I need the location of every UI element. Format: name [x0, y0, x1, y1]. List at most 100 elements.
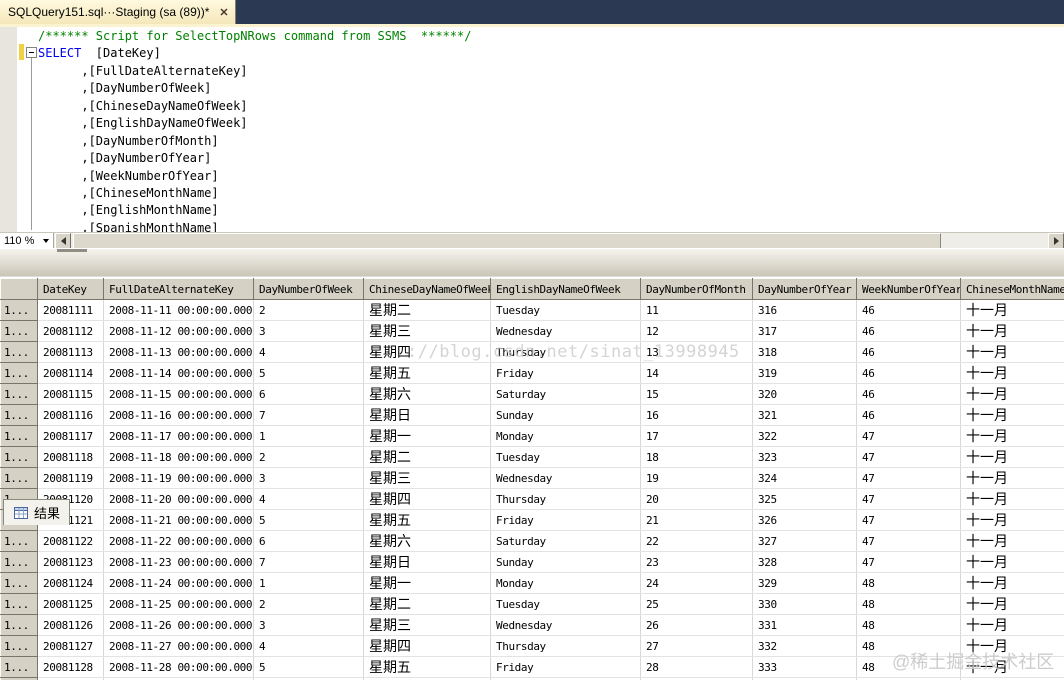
grid-cell[interactable]: 十一月	[960, 404, 1064, 426]
scrollbar-thumb[interactable]	[73, 233, 941, 249]
grid-cell[interactable]: 星期一	[363, 572, 491, 594]
column-header-FullDateAlternateKey[interactable]: FullDateAlternateKey	[103, 278, 254, 300]
row-header[interactable]: 1...	[0, 320, 38, 342]
grid-cell[interactable]: Wednesday	[490, 614, 641, 636]
grid-cell[interactable]: 46	[856, 383, 961, 405]
grid-cell[interactable]: 48	[856, 635, 961, 657]
grid-cell[interactable]: 20081118	[37, 446, 104, 468]
grid-cell[interactable]: 23	[640, 551, 753, 573]
zoom-level-select[interactable]: 110 %	[0, 233, 54, 249]
grid-cell[interactable]: 2	[253, 299, 364, 321]
grid-cell[interactable]: 6	[253, 530, 364, 552]
grid-cell[interactable]: 星期六	[363, 383, 491, 405]
grid-cell[interactable]: Thursday	[490, 488, 641, 510]
grid-cell[interactable]: Thursday	[490, 341, 641, 363]
grid-cell[interactable]: 48	[856, 656, 961, 678]
grid-cell[interactable]: 十一月	[960, 446, 1064, 468]
grid-cell[interactable]: 2008-11-26 00:00:00.000	[103, 614, 254, 636]
grid-cell[interactable]: 星期五	[363, 656, 491, 678]
grid-cell[interactable]: 47	[856, 488, 961, 510]
grid-cell[interactable]: 2008-11-15 00:00:00.000	[103, 383, 254, 405]
grid-cell[interactable]: Tuesday	[490, 446, 641, 468]
grid-cell[interactable]: 2008-11-27 00:00:00.000	[103, 635, 254, 657]
grid-cell[interactable]: Monday	[490, 572, 641, 594]
grid-cell[interactable]: 320	[752, 383, 857, 405]
grid-cell[interactable]: 20081113	[37, 341, 104, 363]
grid-cell[interactable]: 星期二	[363, 446, 491, 468]
grid-cell[interactable]: 十一月	[960, 530, 1064, 552]
grid-cell[interactable]: 2	[253, 446, 364, 468]
hscroll-left-button[interactable]	[55, 233, 71, 249]
grid-cell[interactable]: 2008-11-14 00:00:00.000	[103, 362, 254, 384]
grid-cell[interactable]: 47	[856, 467, 961, 489]
grid-cell[interactable]: 20081126	[37, 614, 104, 636]
grid-cell[interactable]: 6	[253, 383, 364, 405]
row-header[interactable]: 1...	[0, 446, 38, 468]
sql-editor[interactable]: /****** Script for SelectTopNRows comman…	[0, 27, 1064, 232]
grid-cell[interactable]: 47	[856, 509, 961, 531]
grid-cell[interactable]: 十一月	[960, 362, 1064, 384]
grid-cell[interactable]: 4	[253, 341, 364, 363]
grid-cell[interactable]: 317	[752, 320, 857, 342]
grid-cell[interactable]: 4	[253, 488, 364, 510]
grid-cell[interactable]: 十一月	[960, 425, 1064, 447]
grid-cell[interactable]: 2	[253, 593, 364, 615]
grid-cell[interactable]: 2008-11-13 00:00:00.000	[103, 341, 254, 363]
grid-cell[interactable]: 2008-11-23 00:00:00.000	[103, 551, 254, 573]
grid-cell[interactable]: Friday	[490, 656, 641, 678]
grid-cell[interactable]: Wednesday	[490, 320, 641, 342]
grid-cell[interactable]: 3	[253, 614, 364, 636]
grid-cell[interactable]: 星期三	[363, 320, 491, 342]
grid-cell[interactable]: 20081116	[37, 404, 104, 426]
row-header[interactable]: 1...	[0, 362, 38, 384]
grid-cell[interactable]: 13	[640, 341, 753, 363]
grid-cell[interactable]: 14	[640, 362, 753, 384]
grid-cell[interactable]: 20081115	[37, 383, 104, 405]
grid-cell[interactable]: 星期四	[363, 341, 491, 363]
grid-cell[interactable]: 322	[752, 425, 857, 447]
grid-cell[interactable]: 319	[752, 362, 857, 384]
grid-cell[interactable]: Tuesday	[490, 299, 641, 321]
grid-cell[interactable]: 20081128	[37, 656, 104, 678]
grid-cell[interactable]: 26	[640, 614, 753, 636]
grid-cell[interactable]: Friday	[490, 362, 641, 384]
grid-cell[interactable]: Sunday	[490, 404, 641, 426]
grid-cell[interactable]: 7	[253, 551, 364, 573]
close-icon[interactable]: ✕	[219, 6, 228, 19]
grid-cell[interactable]: 20081123	[37, 551, 104, 573]
row-header[interactable]: 1...	[0, 530, 38, 552]
grid-cell[interactable]: 25	[640, 593, 753, 615]
grid-cell[interactable]: 20081125	[37, 593, 104, 615]
grid-cell[interactable]: 47	[856, 551, 961, 573]
grid-cell[interactable]: 十一月	[960, 572, 1064, 594]
grid-cell[interactable]: 7	[253, 404, 364, 426]
row-header[interactable]: 1...	[0, 551, 38, 573]
grid-cell[interactable]: 18	[640, 446, 753, 468]
column-header-WeekNumberOfYear[interactable]: WeekNumberOfYear	[856, 278, 961, 300]
grid-cell[interactable]: 十一月	[960, 341, 1064, 363]
grid-cell[interactable]: 47	[856, 530, 961, 552]
grid-cell[interactable]: 星期二	[363, 593, 491, 615]
grid-cell[interactable]: 327	[752, 530, 857, 552]
grid-cell[interactable]: 28	[640, 656, 753, 678]
grid-cell[interactable]: 5	[253, 656, 364, 678]
grid-cell[interactable]: 46	[856, 320, 961, 342]
grid-cell[interactable]: 十一月	[960, 509, 1064, 531]
row-header[interactable]: 1...	[0, 467, 38, 489]
grid-cell[interactable]: 2008-11-11 00:00:00.000	[103, 299, 254, 321]
collapse-toggle-icon[interactable]	[26, 47, 37, 58]
grid-cell[interactable]: 24	[640, 572, 753, 594]
grid-cell[interactable]: 十一月	[960, 320, 1064, 342]
grid-cell[interactable]: 330	[752, 593, 857, 615]
grid-cell[interactable]: 15	[640, 383, 753, 405]
grid-cell[interactable]: 318	[752, 341, 857, 363]
grid-cell[interactable]: 27	[640, 635, 753, 657]
column-header-EnglishDayNameOfWeek[interactable]: EnglishDayNameOfWeek	[490, 278, 641, 300]
grid-cell[interactable]: 星期日	[363, 551, 491, 573]
grid-cell[interactable]: 星期三	[363, 467, 491, 489]
row-header[interactable]: 1...	[0, 656, 38, 678]
grid-cell[interactable]: 2008-11-19 00:00:00.000	[103, 467, 254, 489]
grid-cell[interactable]: 16	[640, 404, 753, 426]
grid-cell[interactable]: 17	[640, 425, 753, 447]
grid-cell[interactable]: 12	[640, 320, 753, 342]
